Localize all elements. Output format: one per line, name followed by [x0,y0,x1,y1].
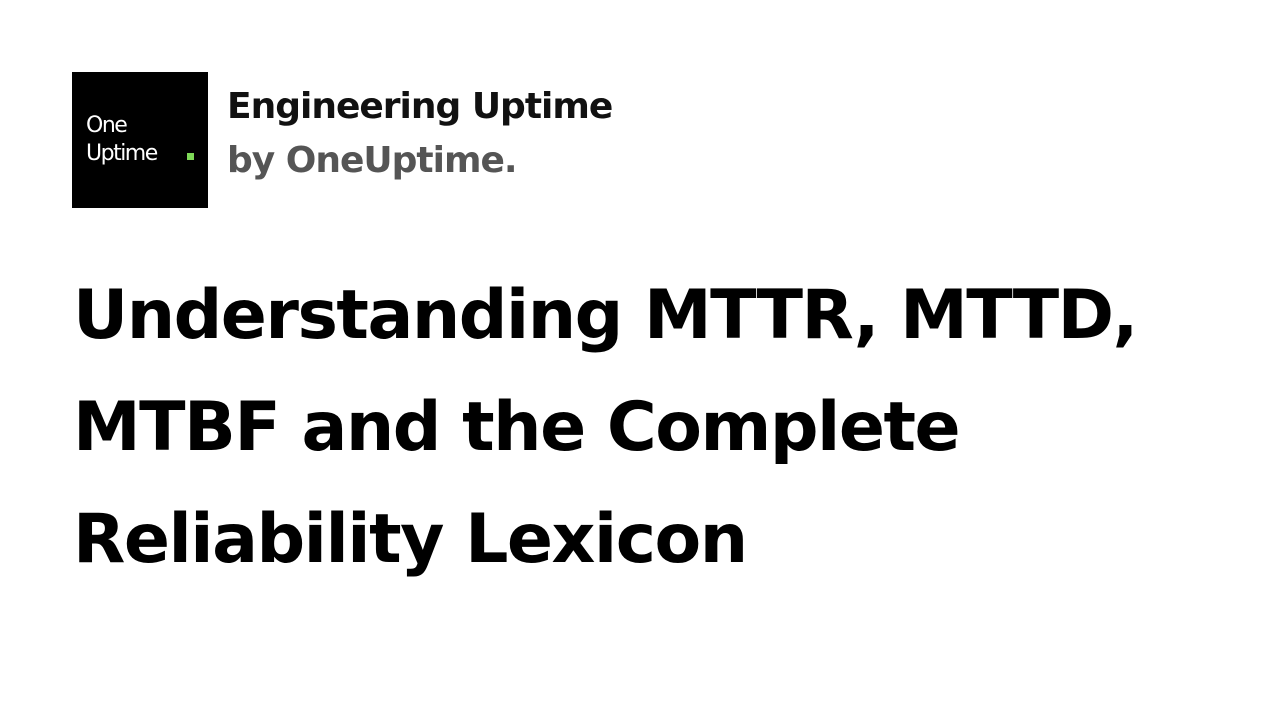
brand-block: Engineering Uptime by OneUptime. [227,82,613,186]
headline-line-1: Understanding MTTR, MTTD, [73,276,1138,355]
logo-text-line-2: Uptime [86,141,158,166]
brand-subtitle: by OneUptime. [227,140,518,181]
logo-dot-icon [187,153,194,160]
oneuptime-logo: One Uptime [72,72,208,208]
brand-title: Engineering Uptime [227,86,613,127]
article-headline: Understanding MTTR, MTTD, MTBF and the C… [73,260,1253,596]
headline-line-2: MTBF and the Complete [73,388,961,467]
logo-text-line-1: One [86,113,128,138]
headline-line-3: Reliability Lexicon [73,500,748,579]
